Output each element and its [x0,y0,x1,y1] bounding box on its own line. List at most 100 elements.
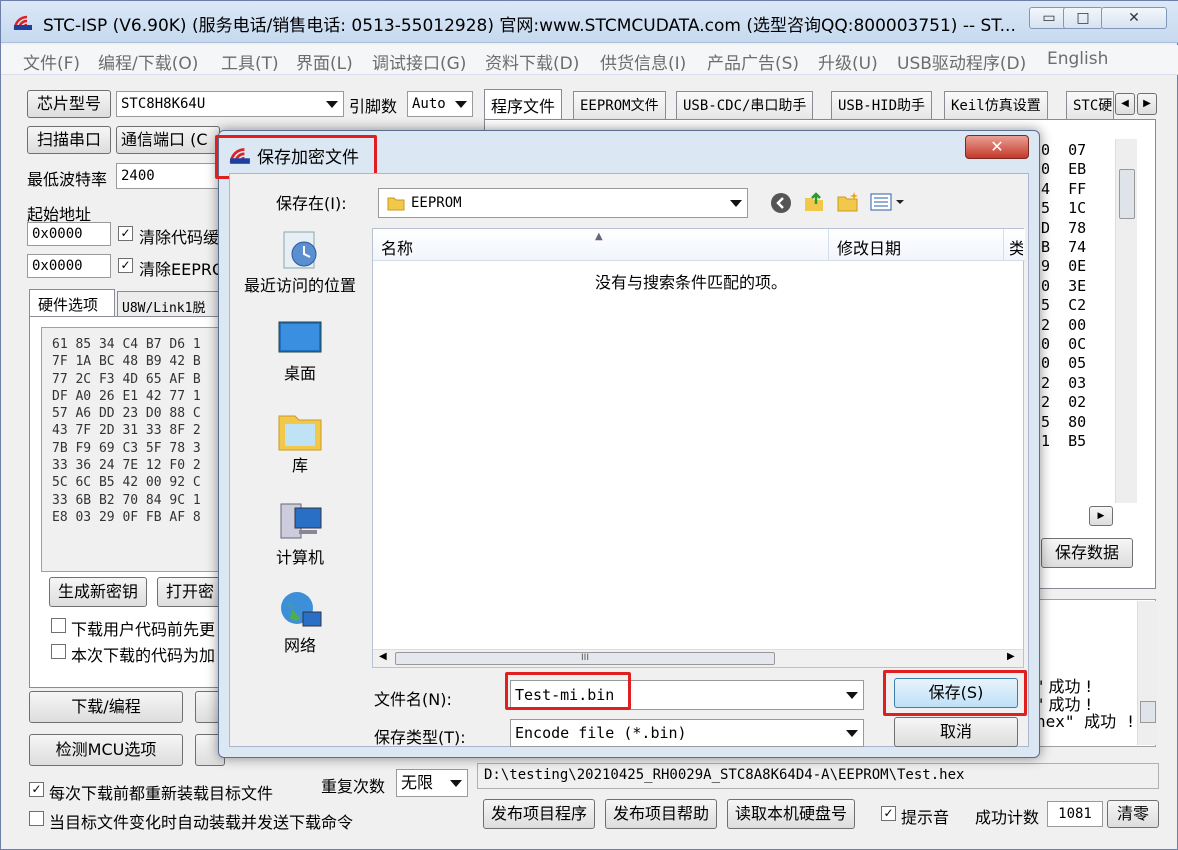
clear-eeprom-checkbox[interactable]: ✓ [118,258,133,273]
empty-message: 没有与搜索条件匹配的项。 [595,273,788,292]
cancel-button[interactable]: 取消 [894,717,1018,747]
repeat-count-select[interactable]: 无限 [396,769,468,797]
column-date[interactable]: 修改日期 [837,235,901,259]
menu-tools[interactable]: 工具(T) [221,49,279,74]
encrypted-code-label: 本次下载的代码为加 [71,646,216,665]
success-count-value: 1081 [1047,801,1103,827]
menu-supply[interactable]: 供货信息(I) [600,49,686,74]
dialog-body: 保存在(I): EEPROM 最近访问的位置 桌面 库 计算机 网络 名称 ▲ … [229,173,1029,747]
key-hex-text: 61 85 34 C4 B7 D6 1 7F 1A BC 48 B9 42 B … [52,336,228,526]
menu-english[interactable]: English [1047,49,1108,69]
place-desktop[interactable]: 桌面 [240,320,360,396]
reload-file-label: 每次下载前都重新装载目标文件 [49,784,274,803]
tab-stc-hw[interactable]: STC硬 [1066,91,1114,119]
menu-usb-driver[interactable]: USB驱动程序(D) [897,49,1026,74]
hex-cell: 0 07 [1041,141,1087,159]
place-computer[interactable]: 计算机 [240,500,360,576]
open-key-button[interactable]: 打开密 [157,577,227,607]
update-before-download-checkbox[interactable] [51,618,66,633]
view-menu-icon[interactable] [870,192,906,212]
download-program-button[interactable]: 下载/编程 [29,691,183,723]
tab-usb-cdc[interactable]: USB-CDC/串口助手 [676,91,814,119]
save-data-button[interactable]: 保存数据 [1041,538,1133,568]
hex-line: 7B F9 69 C3 5F 78 3 [52,440,201,456]
tab-eeprom-file[interactable]: EEPROM文件 [573,91,666,119]
read-disk-id-button[interactable]: 读取本机硬盘号 [727,799,855,829]
menu-debug[interactable]: 调试接口(G) [372,49,466,74]
dialog-close-button[interactable]: ✕ [965,135,1029,159]
horizontal-scrollbar[interactable]: ◀ III ▶ [373,649,1023,667]
computer-icon [280,503,322,539]
hex-line: 77 2C F3 4D 65 AF B [52,371,201,387]
tab-hardware-options[interactable]: 硬件选项 [29,289,115,317]
column-divider[interactable] [1003,229,1004,261]
detect-mcu-button[interactable]: 检测MCU选项 [29,734,183,766]
encrypted-code-checkbox[interactable] [51,644,66,659]
hex-cell: B 74 [1041,238,1087,257]
hex-line: 5C 6C B5 42 00 92 C [52,475,201,491]
column-divider[interactable] [828,229,829,261]
scroll-right-icon[interactable]: ▶ [1089,506,1113,526]
scan-port-button[interactable]: 扫描串口 [27,126,111,154]
menu-upgrade[interactable]: 升级(U) [818,49,878,74]
tab-scroll-right-icon[interactable]: ▶ [1137,93,1157,115]
clear-code-label: 清除代码缓 [139,228,220,247]
publish-project-button[interactable]: 发布项目程序 [483,799,595,829]
file-list[interactable]: 名称 ▲ 修改日期 类 没有与搜索条件匹配的项。 ◀ III ▶ [372,228,1025,668]
tab-u8w-link1[interactable]: U8W/Link1脱 [117,291,227,317]
hex-scrollbar[interactable] [1115,139,1137,503]
chip-model-button[interactable]: 芯片型号 [27,90,111,118]
tab-keil[interactable]: Keil仿真设置 [944,91,1048,119]
column-type[interactable]: 类 [1009,235,1023,259]
tab-scroll-left-icon[interactable]: ◀ [1115,93,1135,115]
menu-docs[interactable]: 资料下载(D) [485,49,579,74]
sound-checkbox[interactable]: ✓ [881,806,896,821]
maximize-button[interactable]: □ [1063,7,1103,29]
stc-logo-icon [229,148,250,164]
tab-program-file[interactable]: 程序文件 [484,89,563,119]
start-address-input-1[interactable]: 0x0000 [27,222,111,246]
column-name[interactable]: 名称 [381,235,413,259]
place-libraries[interactable]: 库 [240,408,360,484]
scroll-right-icon[interactable]: ▶ [1007,651,1015,662]
menu-ads[interactable]: 产品广告(S) [707,49,799,74]
place-network[interactable]: 网络 [240,588,360,664]
filename-highlight [505,672,631,710]
place-network-label: 网络 [283,636,316,655]
menu-file[interactable]: 文件(F) [23,49,80,74]
save-in-select[interactable]: EEPROM [378,188,748,218]
filetype-select[interactable]: Encode file (*.bin) [510,719,864,747]
chip-model-value: STC8H8K64U [121,96,206,112]
log-scrollbar[interactable] [1137,601,1157,745]
clear-count-button[interactable]: 清零 [1107,800,1159,828]
chip-model-select[interactable]: STC8H8K64U [116,91,344,117]
scroll-left-icon[interactable]: ◀ [379,651,387,662]
tab-usb-hid[interactable]: USB-HID助手 [831,91,933,119]
menu-program[interactable]: 编程/下载(O) [98,49,198,74]
hex-cell: 2 00 [1041,315,1087,334]
clear-code-checkbox[interactable]: ✓ [118,226,133,241]
place-recent[interactable]: 最近访问的位置 [240,228,360,304]
pin-count-select[interactable]: Auto [407,91,473,117]
publish-help-button[interactable]: 发布项目帮助 [605,799,717,829]
horizontal-scrollbar-thumb[interactable]: III [395,652,775,665]
menu-interface[interactable]: 界面(L) [296,49,353,74]
save-button[interactable]: 保存(S) [894,678,1018,708]
hex-cell: D 78 [1041,218,1087,237]
back-icon[interactable] [770,192,792,214]
hex-cell: 9 0E [1041,257,1087,276]
up-folder-icon[interactable] [802,190,826,214]
save-in-value: EEPROM [411,195,462,211]
auto-load-checkbox[interactable] [29,811,44,826]
new-folder-icon[interactable] [836,190,860,214]
reload-file-checkbox[interactable]: ✓ [29,782,44,797]
log-scrollbar-thumb[interactable] [1140,701,1156,723]
generate-key-button[interactable]: 生成新密钥 [49,577,147,607]
start-address-input-2[interactable]: 0x0000 [27,254,111,278]
min-baud-select[interactable]: 2400 [116,163,220,189]
place-desktop-label: 桌面 [283,364,316,383]
chevron-down-icon [450,780,462,787]
scrollbar-thumb[interactable] [1119,169,1135,219]
comm-port-button[interactable]: 通信端口 (C [116,126,220,154]
close-button[interactable]: ✕ [1101,7,1167,29]
